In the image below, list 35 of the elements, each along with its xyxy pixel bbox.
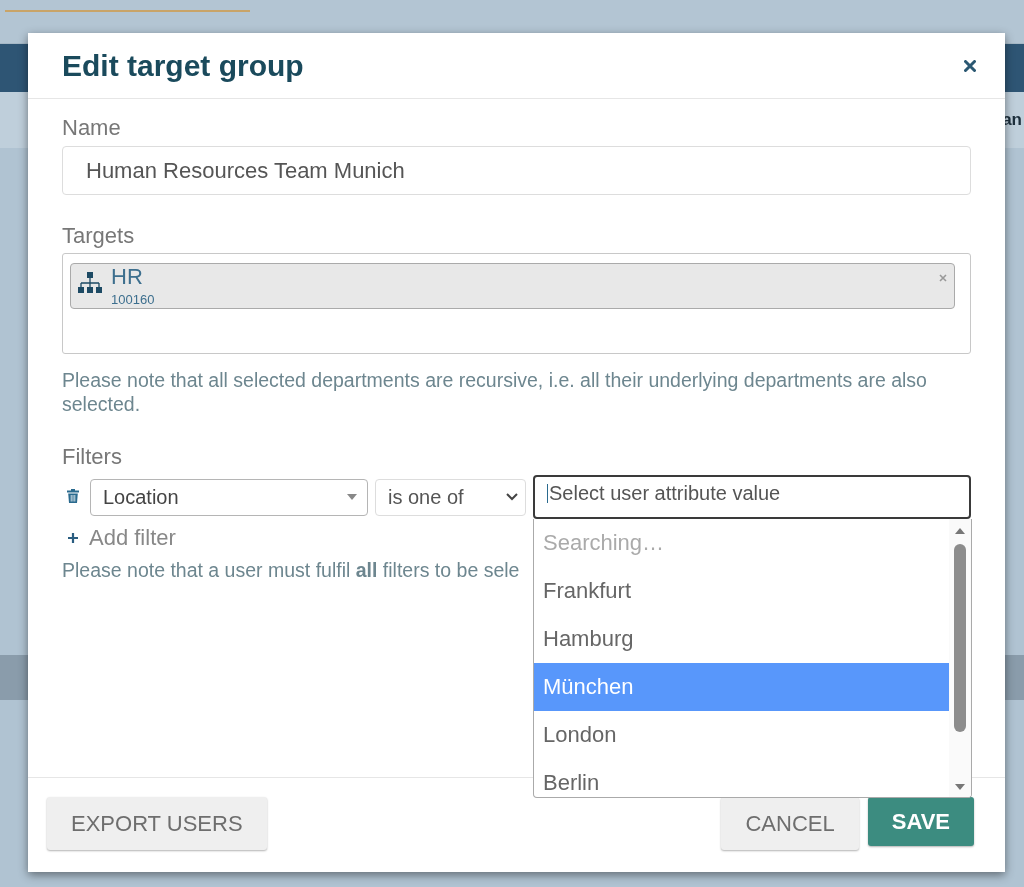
chip-title: HR — [111, 265, 143, 289]
scroll-up-icon[interactable] — [955, 528, 965, 534]
targets-label: Targets — [62, 224, 135, 248]
close-icon[interactable] — [964, 59, 976, 72]
footer-button[interactable]: SAVE — [867, 797, 974, 846]
footer-button[interactable]: CANCEL — [721, 797, 859, 850]
name-label: Name — [62, 116, 121, 140]
add-filter-button[interactable]: Add filter — [62, 526, 176, 550]
scrollbar-thumb[interactable] — [954, 544, 966, 732]
targets-field[interactable]: HR 100160 — [62, 253, 971, 354]
option-item[interactable]: München — [534, 663, 949, 711]
chip-code: 100160 — [111, 292, 155, 307]
remove-icon[interactable] — [939, 274, 947, 282]
option-item[interactable]: London — [534, 711, 949, 759]
values-field[interactable]: Select user attribute value — [533, 475, 971, 519]
scrollbar[interactable] — [949, 519, 971, 797]
org-chart-icon — [78, 272, 102, 294]
searching-status: Searching… — [542, 529, 666, 557]
filters-note: Please note that a user must fulfil all filters to be sele — [62, 558, 520, 582]
scroll-down-icon[interactable] — [955, 784, 965, 790]
caret-icon — [347, 494, 357, 500]
operator-select[interactable]: is one of — [375, 478, 526, 516]
trash-icon[interactable] — [67, 489, 79, 503]
footer-button[interactable]: EXPORT USERS — [47, 797, 267, 850]
text-cursor-icon — [547, 484, 548, 503]
targets-note: Please note that all selected departments are recursive, i.e. all their underlying departments are also selected. — [62, 368, 928, 416]
chevron-down-icon — [506, 493, 518, 501]
dialog-title: Edit target group — [62, 48, 304, 83]
name-input[interactable]: Human Resources Team Munich — [62, 146, 971, 195]
attribute-select[interactable]: Location — [90, 478, 368, 516]
filters-label: Filters — [62, 445, 122, 469]
option-item[interactable]: Berlin — [534, 759, 949, 797]
option-item[interactable]: Hamburg — [534, 615, 949, 663]
plus-icon — [68, 533, 78, 543]
option-item[interactable]: Frankfurt — [534, 567, 949, 615]
